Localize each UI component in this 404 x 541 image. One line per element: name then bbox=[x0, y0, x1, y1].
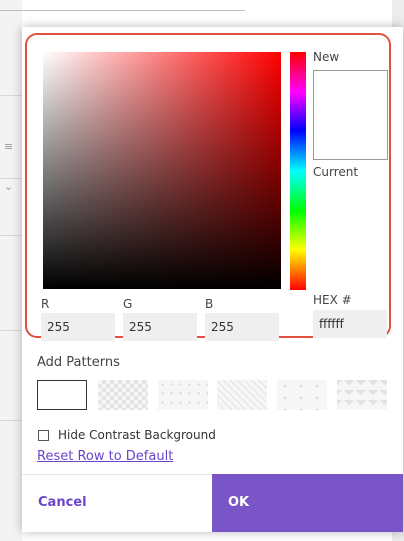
hide-contrast-label: Hide Contrast Background bbox=[58, 428, 216, 442]
blue-input[interactable]: 255 bbox=[205, 313, 279, 341]
pattern-zigzag[interactable] bbox=[337, 380, 387, 410]
hide-contrast-checkbox[interactable] bbox=[38, 429, 49, 441]
pattern-dots[interactable] bbox=[158, 380, 208, 410]
red-input[interactable]: 255 bbox=[41, 313, 115, 341]
background-divider bbox=[0, 95, 22, 96]
pattern-diagonal[interactable] bbox=[217, 380, 267, 410]
blue-label: B bbox=[205, 297, 214, 311]
reset-row-link[interactable]: Reset Row to Default bbox=[37, 449, 173, 464]
color-picker-highlight: ◦ New Current R G B HEX # 255 255 255 ff… bbox=[25, 33, 391, 341]
pattern-sparse-dots[interactable] bbox=[277, 380, 327, 410]
background-divider bbox=[0, 235, 22, 236]
color-picker-dialog: ◦ New Current R G B HEX # 255 255 255 ff… bbox=[22, 27, 403, 532]
hide-contrast-option[interactable]: Hide Contrast Background bbox=[38, 427, 216, 443]
background-divider bbox=[0, 178, 22, 179]
hue-slider-handle[interactable]: ◦ bbox=[289, 291, 294, 299]
chevron-down-icon: ⌄ bbox=[4, 180, 14, 193]
new-color-label: New bbox=[313, 50, 340, 64]
green-label: G bbox=[123, 297, 133, 311]
dialog-footer: Cancel OK bbox=[22, 474, 403, 532]
hex-input[interactable]: ffffff bbox=[313, 310, 387, 338]
hex-label: HEX # bbox=[313, 293, 352, 307]
cancel-button[interactable]: Cancel bbox=[22, 474, 212, 532]
hue-slider[interactable] bbox=[290, 52, 306, 290]
green-input[interactable]: 255 bbox=[123, 313, 197, 341]
background-divider bbox=[0, 330, 22, 331]
menu-icon: ≡ bbox=[4, 140, 14, 153]
color-preview-swatch bbox=[313, 70, 388, 160]
current-color-label: Current bbox=[313, 165, 359, 179]
saturation-value-picker[interactable] bbox=[43, 52, 281, 289]
background-app-panel bbox=[0, 0, 22, 541]
background-divider bbox=[0, 420, 22, 421]
pattern-checker[interactable] bbox=[98, 380, 148, 410]
patterns-heading: Add Patterns bbox=[37, 355, 120, 370]
background-divider bbox=[0, 10, 245, 11]
red-label: R bbox=[41, 297, 50, 311]
ok-button[interactable]: OK bbox=[212, 474, 403, 532]
pattern-solid[interactable] bbox=[37, 380, 87, 410]
